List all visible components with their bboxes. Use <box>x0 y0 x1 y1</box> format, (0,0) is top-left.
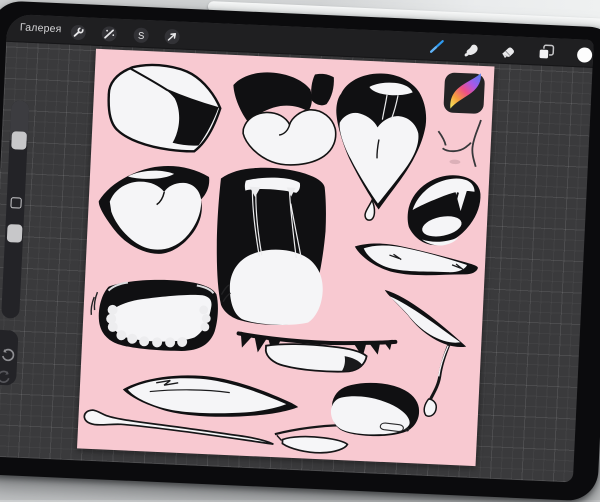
svg-text:S: S <box>137 31 144 42</box>
